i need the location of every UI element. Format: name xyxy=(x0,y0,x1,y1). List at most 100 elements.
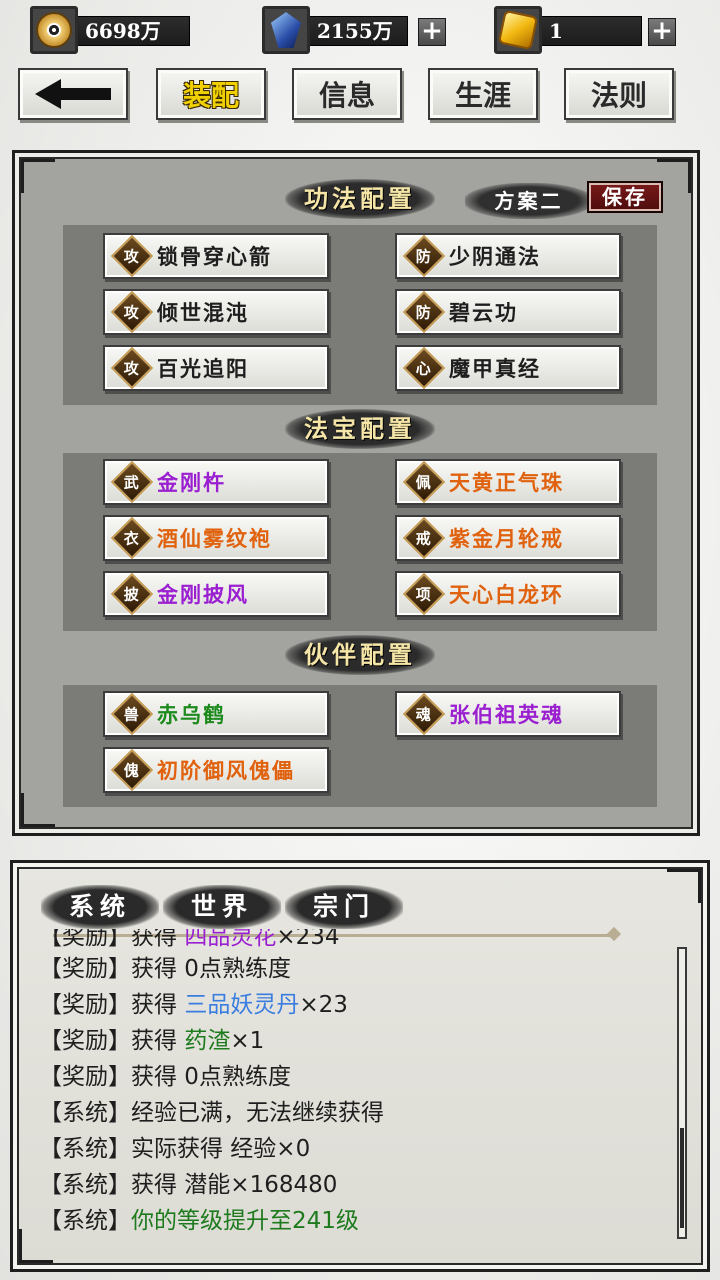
slot-type-badge: 心 xyxy=(402,346,446,390)
chat-item-highlight[interactable]: 你的等级提升至241级 xyxy=(131,1208,359,1234)
slot-item-name: 赤乌鹤 xyxy=(157,702,226,727)
chat-item-highlight[interactable]: 三品妖灵丹 xyxy=(184,992,299,1018)
slot-item-name: 百光追阳 xyxy=(157,356,249,381)
slot-item-name: 金刚杵 xyxy=(157,470,226,495)
back-arrow-icon xyxy=(35,79,111,109)
slot-type-label: 项 xyxy=(416,585,432,604)
chat-line: 【系统】获得 潜能×168480 xyxy=(39,1167,337,1203)
chat-line: 【系统】你的等级提升至241级 xyxy=(39,1203,359,1239)
slot-type-label: 戒 xyxy=(416,529,432,548)
panel-corner-ornament xyxy=(667,869,701,903)
slot-item-name: 金刚披风 xyxy=(157,582,249,607)
slot-type-badge: 防 xyxy=(402,290,446,334)
equip-config-panel: 功法配置 方案二 保存 攻锁骨穿心箭防少阴通法攻倾世混沌防碧云功攻百光追阳心魔甲… xyxy=(12,150,700,836)
blue-crystal-icon xyxy=(262,6,310,54)
skill-config-title: 功法配置 xyxy=(285,179,435,219)
treasure-slot[interactable]: 衣酒仙雾纹袍 xyxy=(103,515,329,561)
save-button[interactable]: 保存 xyxy=(587,181,663,213)
chat-panel: 系统 世界 宗门 【奖励】获得 四品灵花×234 【奖励】获得 0点熟练度 【奖励】… xyxy=(10,860,710,1272)
chat-line-text: 【系统】获得 潜能×168480 xyxy=(39,1172,338,1198)
partner-config-title: 伙伴配置 xyxy=(285,635,435,675)
chat-log[interactable]: 【奖励】获得 四品灵花×234 【奖励】获得 0点熟练度 【奖励】获得 三品妖灵丹×… xyxy=(39,929,659,1259)
chat-line-text: 【系统】 xyxy=(39,1208,131,1234)
treasure-slot[interactable]: 戒紫金月轮戒 xyxy=(395,515,621,561)
slot-type-badge: 傀 xyxy=(110,748,154,792)
slot-type-badge: 武 xyxy=(110,460,154,504)
chat-scrollbar-thumb[interactable] xyxy=(680,1127,684,1228)
chat-line: 【系统】经验已满，无法继续获得 xyxy=(39,1095,384,1131)
tab-system[interactable]: 系统 xyxy=(41,885,159,929)
slot-type-label: 防 xyxy=(416,247,432,266)
slot-type-label: 兽 xyxy=(124,705,140,724)
slot-type-badge: 兽 xyxy=(110,692,154,736)
add-gold-button[interactable]: + xyxy=(648,18,676,46)
chat-line-text: 【奖励】获得 xyxy=(39,929,185,950)
slot-type-label: 衣 xyxy=(124,529,140,548)
crystal-amount: 2155万 xyxy=(304,16,408,46)
currency-coin: 6698万 xyxy=(30,6,190,54)
slot-type-badge: 佩 xyxy=(402,460,446,504)
slot-type-label: 心 xyxy=(416,359,432,378)
treasure-slot[interactable]: 武金刚杵 xyxy=(103,459,329,505)
slot-type-badge: 攻 xyxy=(110,234,154,278)
slot-item-name: 锁骨穿心箭 xyxy=(157,244,272,269)
panel-corner-ornament xyxy=(21,793,55,827)
partner-slot[interactable]: 魂张伯祖英魂 xyxy=(395,691,621,737)
chat-line: 【奖励】获得 药渣×1 xyxy=(39,1023,264,1059)
slot-type-label: 傀 xyxy=(124,761,140,780)
back-button[interactable] xyxy=(18,68,128,120)
tab-rules[interactable]: 法则 xyxy=(564,68,674,120)
partner-slot[interactable]: 兽赤乌鹤 xyxy=(103,691,329,737)
slot-item-name: 倾世混沌 xyxy=(157,300,249,325)
chat-line-suffix: ×1 xyxy=(230,1028,265,1054)
skill-slot[interactable]: 攻倾世混沌 xyxy=(103,289,329,335)
chat-line-text: 【奖励】获得 xyxy=(39,1028,185,1054)
slot-item-name: 魔甲真经 xyxy=(449,356,541,381)
tab-sect[interactable]: 宗门 xyxy=(285,885,403,929)
skill-slot[interactable]: 攻百光追阳 xyxy=(103,345,329,391)
slot-type-badge: 戒 xyxy=(402,516,446,560)
chat-line: 【奖励】获得 三品妖灵丹×23 xyxy=(39,987,348,1023)
tab-info[interactable]: 信息 xyxy=(292,68,402,120)
coin-amount: 6698万 xyxy=(72,16,190,46)
treasure-slot[interactable]: 佩天黄正气珠 xyxy=(395,459,621,505)
panel-corner-ornament xyxy=(21,159,55,193)
chat-line: 【系统】实际获得 经验×0 xyxy=(39,1131,310,1167)
chat-line: 【奖励】获得 0点熟练度 xyxy=(39,951,291,987)
skill-slot[interactable]: 攻锁骨穿心箭 xyxy=(103,233,329,279)
chat-scrollbar[interactable] xyxy=(677,947,687,1239)
chat-item-highlight[interactable]: 四品灵花 xyxy=(184,929,276,950)
slot-type-badge: 衣 xyxy=(110,516,154,560)
slot-type-badge: 项 xyxy=(402,572,446,616)
chat-line-text: 【奖励】获得 xyxy=(39,992,185,1018)
tab-world[interactable]: 世界 xyxy=(163,885,281,929)
tab-career[interactable]: 生涯 xyxy=(428,68,538,120)
chat-line-text: 【系统】实际获得 经验×0 xyxy=(39,1136,311,1162)
slot-item-name: 紫金月轮戒 xyxy=(449,526,564,551)
add-crystal-button[interactable]: + xyxy=(418,18,446,46)
gold-amount: 1 xyxy=(536,16,642,46)
slot-type-label: 武 xyxy=(124,473,140,492)
slot-item-name: 酒仙雾纹袍 xyxy=(157,526,272,551)
slot-item-name: 少阴通法 xyxy=(449,244,541,269)
gold-ingot-icon xyxy=(494,6,542,54)
chat-line: 【奖励】获得 0点熟练度 xyxy=(39,1059,291,1095)
partner-slot[interactable]: 傀初阶御风傀儡 xyxy=(103,747,329,793)
chat-line-suffix: ×23 xyxy=(299,992,348,1018)
currency-gold: 1 + xyxy=(494,6,680,54)
skill-slot[interactable]: 防少阴通法 xyxy=(395,233,621,279)
slot-item-name: 天心白龙环 xyxy=(449,582,564,607)
plan-selector[interactable]: 方案二 xyxy=(465,183,593,219)
skill-slot[interactable]: 心魔甲真经 xyxy=(395,345,621,391)
slot-type-badge: 魂 xyxy=(402,692,446,736)
slot-type-badge: 攻 xyxy=(110,346,154,390)
slot-type-label: 攻 xyxy=(124,247,140,266)
treasure-slot[interactable]: 披金刚披风 xyxy=(103,571,329,617)
slot-type-badge: 披 xyxy=(110,572,154,616)
treasure-slot[interactable]: 项天心白龙环 xyxy=(395,571,621,617)
chat-item-highlight[interactable]: 药渣 xyxy=(184,1028,230,1054)
slot-type-badge: 攻 xyxy=(110,290,154,334)
skill-slot[interactable]: 防碧云功 xyxy=(395,289,621,335)
slot-type-label: 佩 xyxy=(416,473,432,492)
tab-equip[interactable]: 装配 xyxy=(156,68,266,120)
